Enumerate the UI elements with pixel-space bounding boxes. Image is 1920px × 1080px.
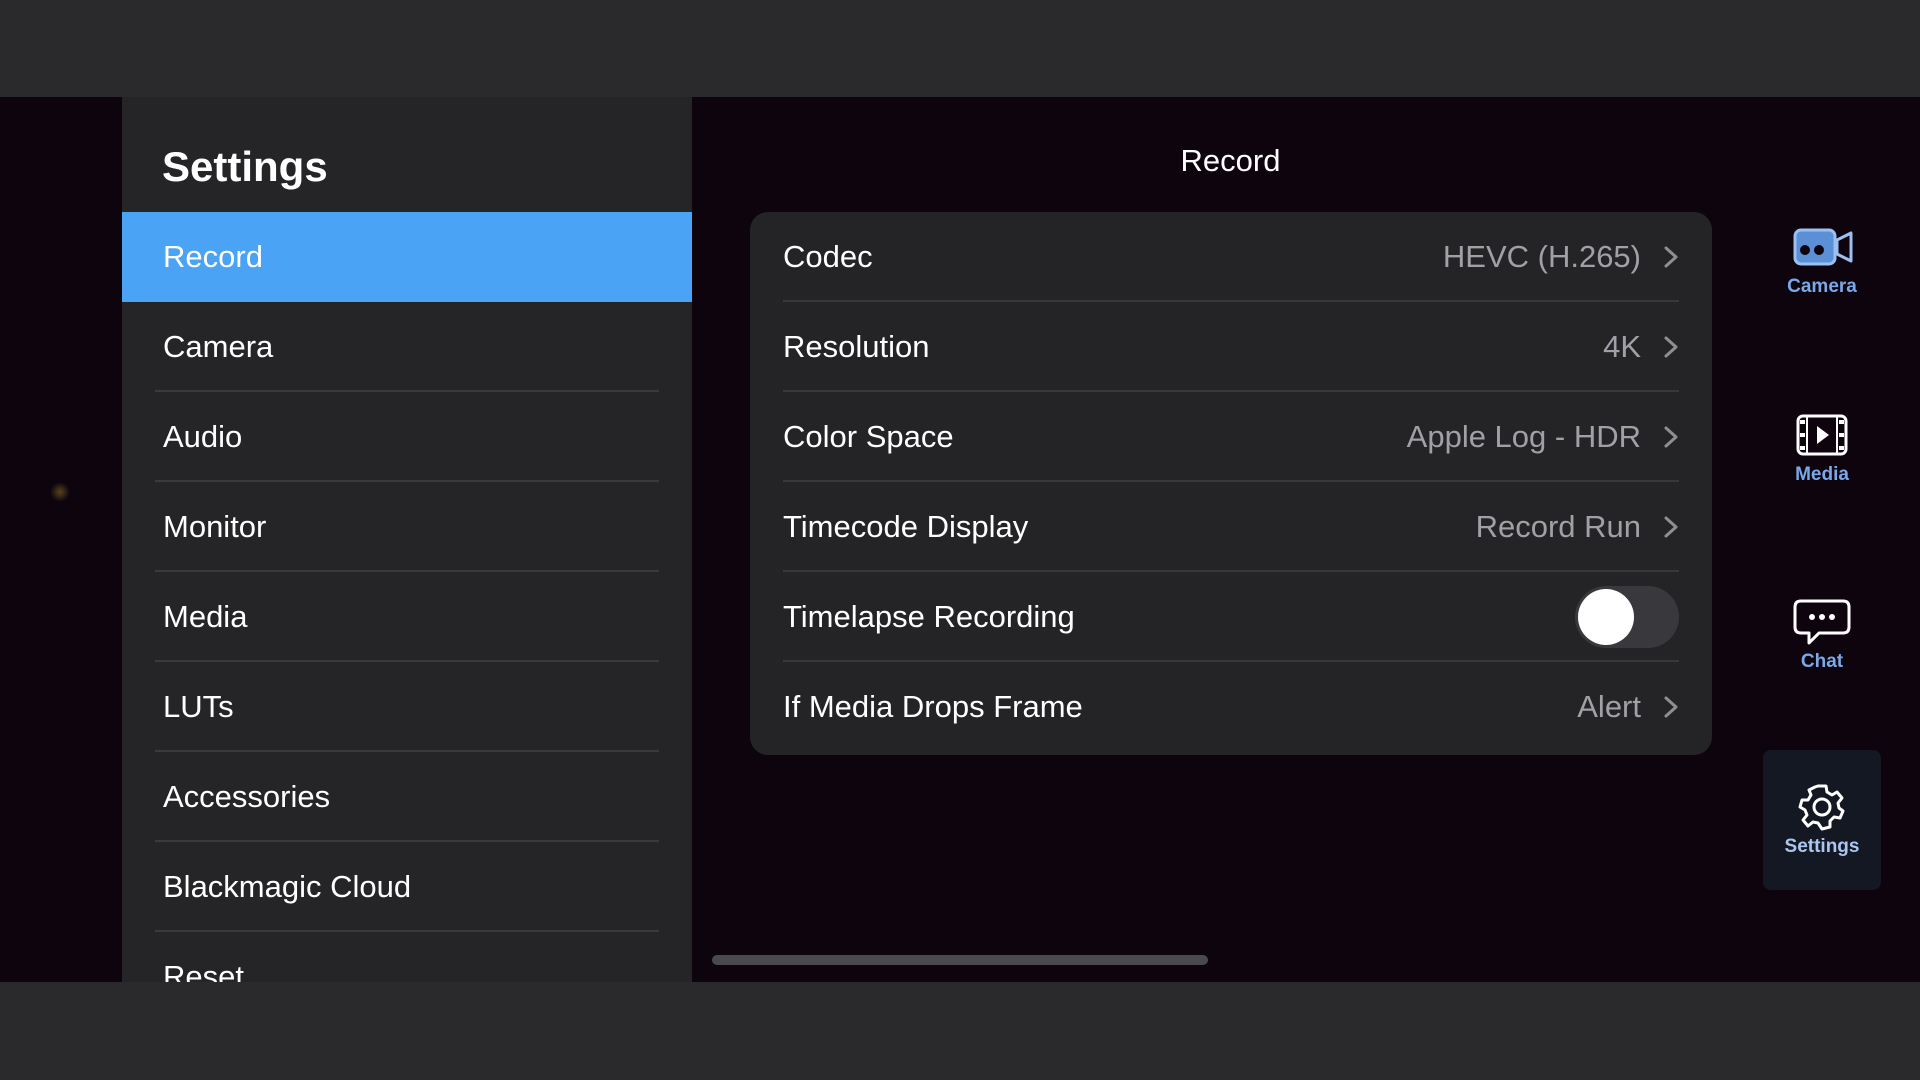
chat-bubble-icon (1793, 599, 1851, 645)
rail-label: Chat (1800, 651, 1844, 672)
rail-item-chat[interactable]: Chat (1763, 597, 1881, 677)
video-camera-icon (1793, 228, 1853, 266)
setting-label: If Media Drops Frame (783, 689, 1083, 724)
setting-row-timelapse-recording: Timelapse Recording (783, 572, 1679, 662)
rail-item-settings[interactable]: Settings (1763, 750, 1881, 890)
sidebar-item-media[interactable]: Media (122, 572, 692, 662)
setting-value: Apple Log - HDR (1406, 419, 1641, 454)
setting-value: Alert (1577, 689, 1641, 724)
rail-label: Camera (1787, 276, 1857, 297)
sidebar-item-label: Reset (163, 959, 244, 982)
toggle-knob (1578, 589, 1634, 645)
sidebar-item-label: Camera (163, 329, 274, 364)
chevron-right-icon (1664, 516, 1678, 538)
letterbox-top (0, 0, 1920, 97)
setting-row-media-drops-frame[interactable]: If Media Drops Frame Alert (783, 662, 1679, 752)
rail-item-camera[interactable]: Camera (1763, 222, 1881, 302)
sidebar-item-record[interactable]: Record (122, 212, 692, 302)
gear-icon (1798, 784, 1845, 831)
sidebar-item-label: Monitor (163, 509, 267, 544)
setting-label: Codec (783, 239, 873, 274)
app-screen: Settings Record Camera Audio Monitor Med… (0, 97, 1920, 982)
rail-item-media[interactable]: Media (1763, 410, 1881, 490)
setting-label: Color Space (783, 419, 954, 454)
sidebar-item-luts[interactable]: LUTs (122, 662, 692, 752)
rail-label: Settings (1784, 836, 1860, 857)
sidebar-item-label: LUTs (163, 689, 234, 724)
setting-row-color-space[interactable]: Color Space Apple Log - HDR (783, 392, 1679, 482)
setting-label: Timecode Display (783, 509, 1029, 544)
rail-label: Media (1795, 464, 1849, 485)
timelapse-toggle[interactable] (1575, 586, 1679, 648)
settings-sidebar: Settings Record Camera Audio Monitor Med… (122, 97, 692, 982)
chevron-right-icon (1664, 336, 1678, 358)
sidebar-item-label: Audio (163, 419, 243, 454)
letterbox-bottom (0, 982, 1920, 1080)
page-title: Record (1180, 143, 1281, 178)
setting-label: Resolution (783, 329, 930, 364)
sidebar-item-label: Accessories (163, 779, 331, 814)
setting-label: Timelapse Recording (783, 599, 1075, 634)
chevron-right-icon (1664, 696, 1678, 718)
sidebar-item-label: Record (163, 239, 263, 274)
setting-row-codec[interactable]: Codec HEVC (H.265) (783, 212, 1679, 302)
setting-row-resolution[interactable]: Resolution 4K (783, 302, 1679, 392)
background-glow (50, 482, 70, 502)
setting-value: HEVC (H.265) (1442, 239, 1641, 274)
film-play-icon (1796, 414, 1848, 456)
chevron-right-icon (1664, 246, 1678, 268)
sidebar-item-label: Blackmagic Cloud (163, 869, 412, 904)
sidebar-item-label: Media (163, 599, 248, 634)
setting-value: 4K (1603, 329, 1641, 364)
sidebar-item-audio[interactable]: Audio (122, 392, 692, 482)
setting-row-timecode-display[interactable]: Timecode Display Record Run (783, 482, 1679, 572)
sidebar-item-reset[interactable]: Reset (122, 932, 692, 982)
sidebar-item-camera[interactable]: Camera (122, 302, 692, 392)
setting-value: Record Run (1475, 509, 1641, 544)
chevron-right-icon (1664, 426, 1678, 448)
sidebar-item-monitor[interactable]: Monitor (122, 482, 692, 572)
sidebar-item-accessories[interactable]: Accessories (122, 752, 692, 842)
sidebar-title: Settings (162, 143, 328, 190)
horizontal-scrollbar[interactable] (712, 955, 1208, 965)
sidebar-item-blackmagic-cloud[interactable]: Blackmagic Cloud (122, 842, 692, 932)
record-settings-card: Codec HEVC (H.265) Resolution 4K Color S… (750, 212, 1712, 755)
sidebar-list: Record Camera Audio Monitor Media LUTs A… (122, 212, 692, 982)
